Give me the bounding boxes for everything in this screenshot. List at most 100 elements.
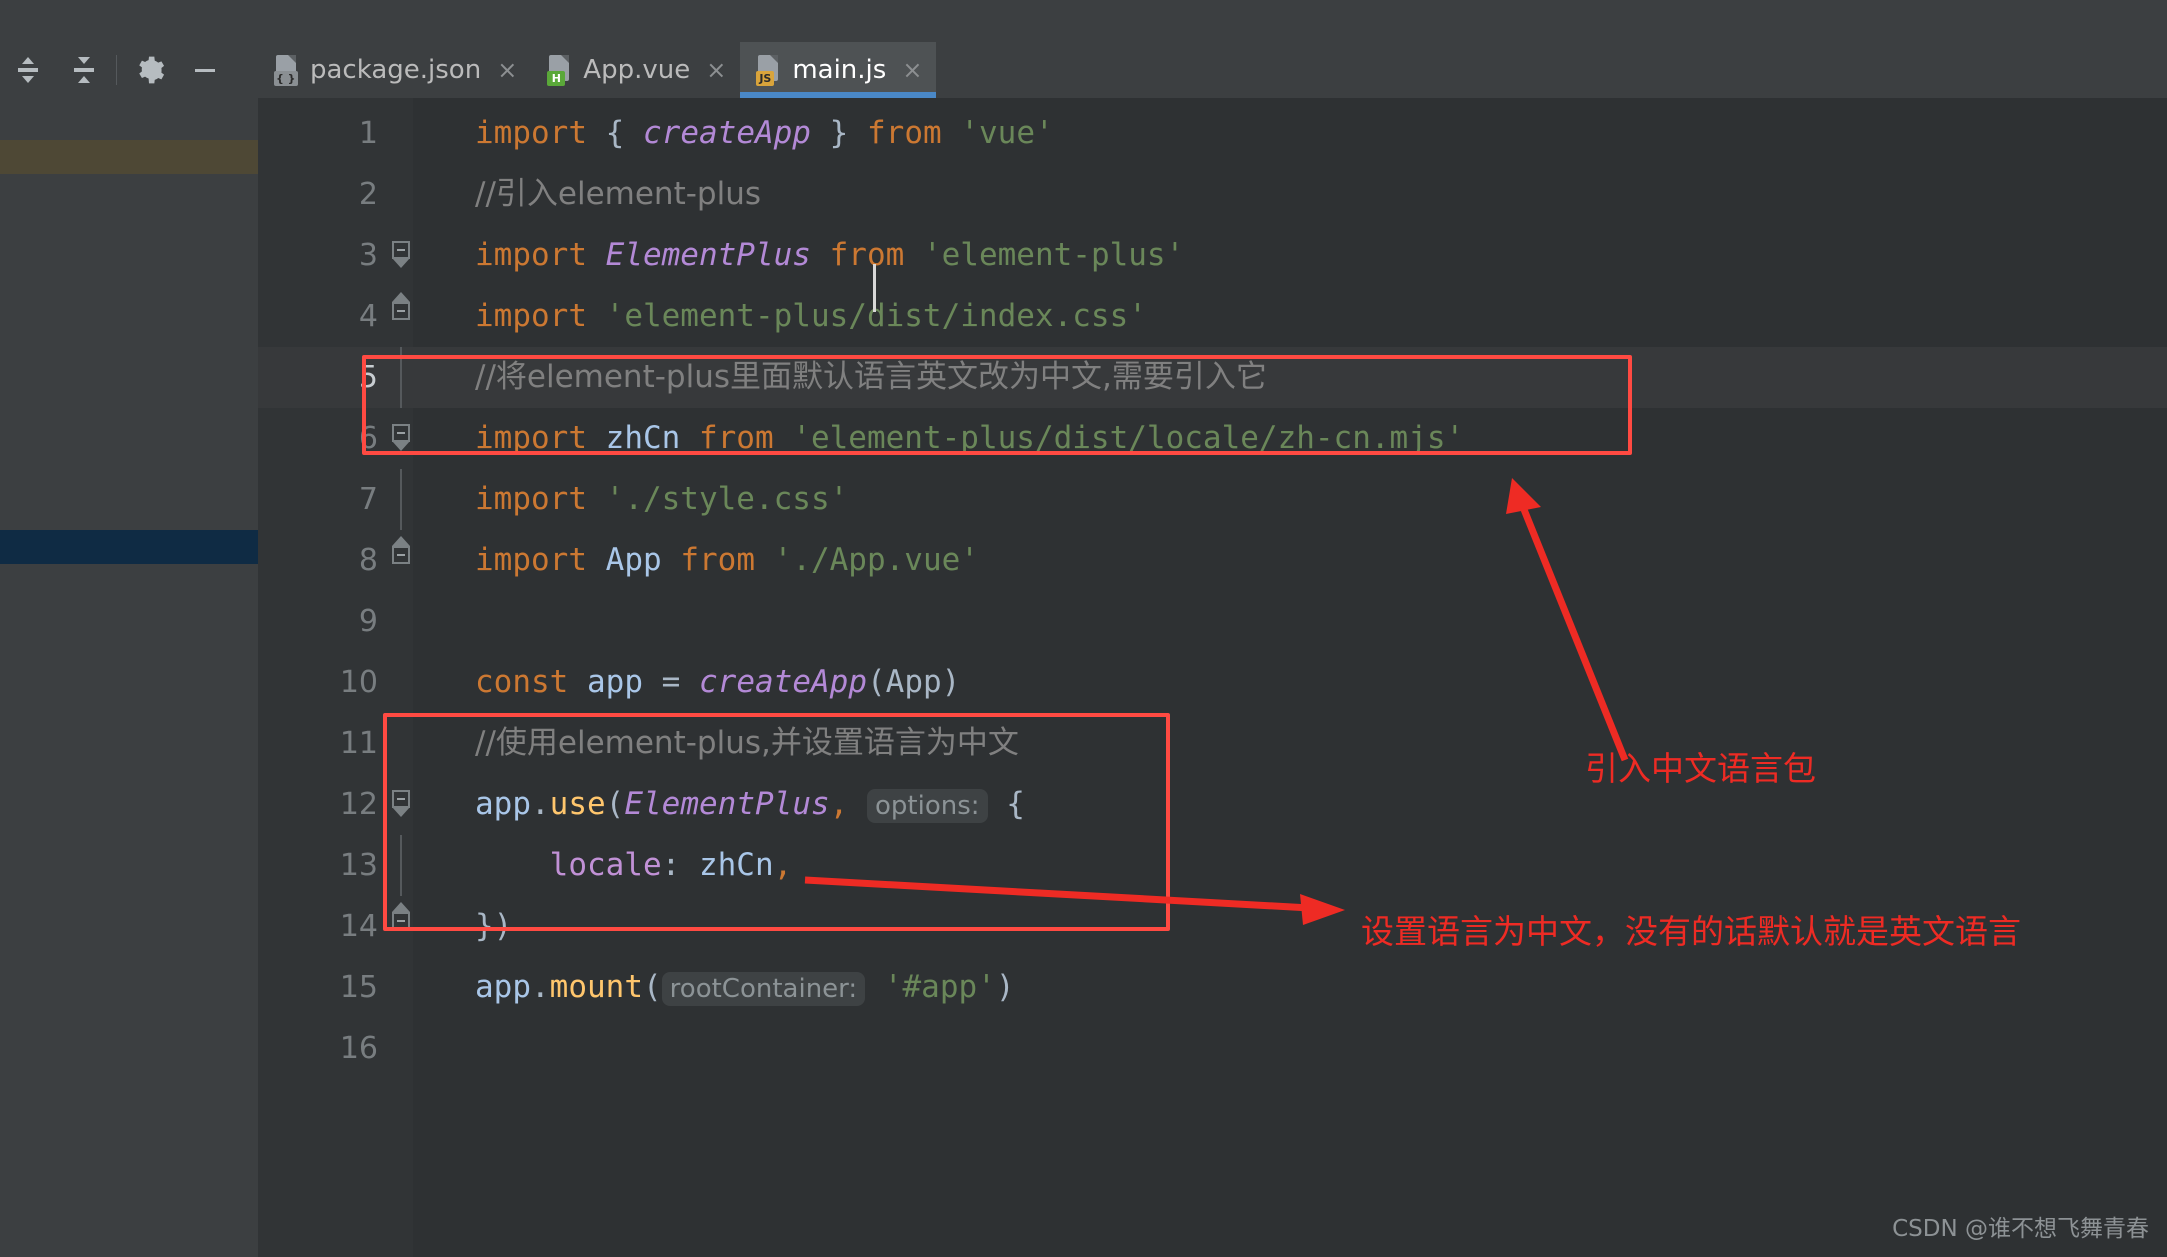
code-line-text: //引入element-plus [475,164,761,225]
line-number: 5 [358,360,378,395]
tab-package-json[interactable]: { } package.json × [258,42,531,98]
line-number: 8 [358,543,378,578]
gutter-row[interactable]: 8 [258,530,413,591]
code-line[interactable]: import { createApp } from 'vue' [413,103,2167,164]
settings-gear-icon[interactable] [121,42,177,98]
code-line-text: //将element-plus里面默认语言英文改为中文,需要引入它 [475,347,1267,408]
code-editor[interactable]: 1 2 3 4 5 6 7 8 9 10 11 12 13 14 15 16 import { createA… [258,98,2167,1257]
line-number: 7 [358,482,378,517]
tab-label: package.json [310,55,482,85]
gutter-row[interactable]: 12 [258,774,413,835]
line-number: 6 [358,421,378,456]
hide-panel-icon[interactable] [177,42,233,98]
gutter-row[interactable]: 10 [258,652,413,713]
text-caret [873,264,876,312]
code-line[interactable]: import zhCn from 'element-plus/dist/loca… [413,408,2167,469]
file-icon-js: JS [756,55,782,86]
line-number: 14 [339,909,378,944]
fold-marker [390,591,412,652]
fold-marker[interactable] [390,286,412,347]
structure-toolbar [0,42,258,98]
code-token: from [680,542,755,578]
code-line[interactable]: app.use(ElementPlus, options: { [413,774,2167,835]
code-line[interactable]: //将element-plus里面默认语言英文改为中文,需要引入它 [413,347,2167,408]
code-line-text: import { createApp } from 'vue' [475,103,1054,164]
code-token: 'element-plus/dist/index.css' [605,298,1147,334]
tab-close-icon[interactable]: × [706,58,726,82]
line-number: 10 [339,665,378,700]
code-token: App [605,542,662,578]
fold-marker[interactable] [390,530,412,591]
gutter-row[interactable]: 3 [258,225,413,286]
code-content[interactable]: import { createApp } from 'vue' //引入eleme… [413,98,2167,1257]
code-line[interactable]: import './style.css' [413,469,2167,530]
code-line[interactable]: import 'element-plus/dist/index.css' [413,286,2167,347]
code-line[interactable]: //引入element-plus [413,164,2167,225]
code-token: ( [605,786,625,822]
code-token: //使用element-plus,并设置语言为中文 [475,725,1019,761]
line-number-gutter[interactable]: 1 2 3 4 5 6 7 8 9 10 11 12 13 14 15 16 [258,98,413,1257]
gutter-row[interactable]: 6 [258,408,413,469]
gutter-row[interactable]: 16 [258,1018,413,1079]
tab-main-js[interactable]: JS main.js × [740,42,937,98]
gutter-row[interactable]: 11 [258,713,413,774]
code-token: ) [995,969,1015,1005]
code-line-text: import 'element-plus/dist/index.css' [475,286,1147,347]
code-line[interactable]: app.mount(rootContainer: '#app') [413,957,2167,1018]
tab-app-vue[interactable]: H App.vue × [531,42,740,98]
gutter-row[interactable]: 5 [258,347,413,408]
gutter-row[interactable]: 2 [258,164,413,225]
code-line-text: import './style.css' [475,469,848,530]
fold-marker[interactable] [390,896,412,957]
fold-marker[interactable] [390,774,412,835]
code-line[interactable]: const app = createApp(App) [413,652,2167,713]
code-token: } [829,115,849,151]
code-token: app [587,664,643,700]
code-line[interactable] [413,1018,2167,1079]
gutter-row[interactable]: 1 [258,103,413,164]
code-line[interactable] [413,591,2167,652]
marker-highlight-blue [0,530,258,564]
code-token: import [475,542,587,578]
file-icon-html: H [547,55,573,86]
code-token: use [549,786,606,822]
expand-all-icon[interactable] [0,42,56,98]
line-number: 1 [358,116,378,151]
code-line[interactable]: }) [413,896,2167,957]
code-token: 'vue' [960,115,1054,151]
gutter-row[interactable]: 15 [258,957,413,1018]
code-line[interactable]: //使用element-plus,并设置语言为中文 [413,713,2167,774]
line-number: 9 [358,604,378,639]
code-line[interactable]: locale: zhCn, [413,835,2167,896]
line-number: 13 [339,848,378,883]
code-line[interactable]: import App from './App.vue' [413,530,2167,591]
gutter-row[interactable]: 9 [258,591,413,652]
gutter-row[interactable]: 13 [258,835,413,896]
gutter-row[interactable]: 4 [258,286,413,347]
code-line-text: app.mount(rootContainer: '#app') [475,957,1014,1018]
code-token: //引入element-plus [475,176,761,212]
code-token: app [475,786,531,822]
code-token: //将element-plus里面默认语言英文改为中文,需要引入它 [475,359,1267,395]
fold-marker [390,652,412,713]
fold-marker[interactable] [390,408,412,469]
tab-close-icon[interactable]: × [902,58,922,82]
fold-marker[interactable] [390,225,412,286]
code-token: { [1006,786,1025,822]
fold-marker [390,835,412,896]
gutter-row[interactable]: 7 [258,469,413,530]
code-line[interactable]: import ElementPlus from 'element-plus' [413,225,2167,286]
collapse-all-icon[interactable] [56,42,112,98]
tab-close-icon[interactable]: × [497,58,517,82]
gutter-row[interactable]: 14 [258,896,413,957]
code-token: App [885,664,942,700]
